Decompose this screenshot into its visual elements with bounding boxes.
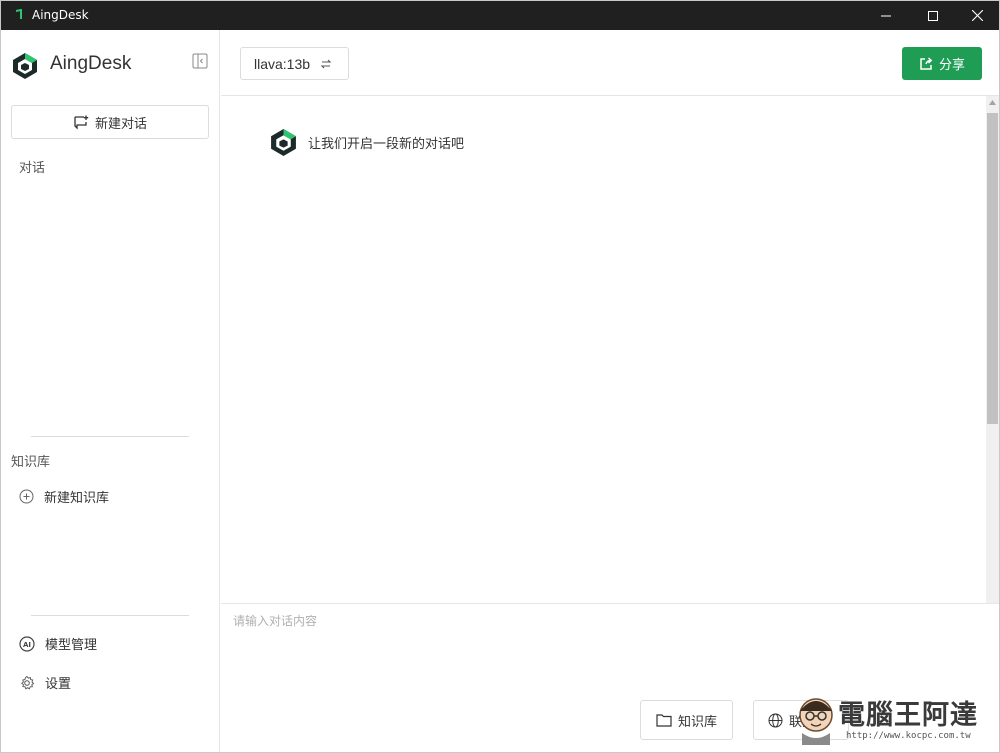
chat-header: llava:13b 分享: [221, 30, 999, 96]
window-title: AingDesk: [32, 8, 89, 22]
share-icon: [920, 56, 933, 70]
knowledge-heading: 知识库: [11, 455, 51, 470]
settings-label: 设置: [45, 677, 72, 692]
scroll-thumb[interactable]: [987, 113, 998, 424]
new-knowledge-base-item[interactable]: 新建知识库: [19, 487, 109, 506]
minimize-button[interactable]: [863, 1, 909, 30]
assistant-logo-icon: [271, 129, 296, 156]
new-chat-icon: [74, 115, 89, 130]
chat-scrollbar[interactable]: [986, 96, 999, 603]
scroll-up-icon[interactable]: [989, 100, 996, 105]
maximize-icon: [928, 10, 938, 21]
model-management-item[interactable]: AI 模型管理: [19, 634, 97, 653]
minimize-icon: [881, 15, 891, 16]
close-icon: [971, 10, 983, 21]
close-button[interactable]: [954, 1, 1000, 30]
app-icon: [15, 9, 22, 19]
svg-text:AI: AI: [23, 641, 31, 649]
globe-icon: [768, 713, 783, 727]
share-button[interactable]: 分享: [902, 47, 982, 80]
model-name: llava:13b: [254, 55, 311, 72]
knowledge-base-button[interactable]: 知识库: [640, 700, 733, 740]
conversations-heading: 对话: [19, 161, 46, 176]
app-window: AingDesk AingDesk 新建对话 对话 知识库 新建知识库 AI 模…: [0, 0, 1000, 753]
watermark-url: http://www.kocpc.com.tw: [846, 731, 971, 741]
ai-icon: AI: [19, 635, 35, 652]
plus-circle-icon: [19, 489, 34, 504]
message-input[interactable]: [233, 612, 973, 682]
divider: [31, 436, 189, 437]
sidebar: AingDesk 新建对话 对话 知识库 新建知识库 AI 模型管理 设置: [1, 30, 220, 752]
watermark: 電腦王阿達 http://www.kocpc.com.tw: [794, 689, 994, 747]
welcome-message: 让我们开启一段新的对话吧: [269, 128, 464, 157]
mascot-icon: [799, 698, 833, 745]
divider: [31, 615, 189, 616]
watermark-text: 電腦王阿達: [838, 700, 978, 731]
brand-logo-icon: [13, 53, 37, 79]
gear-icon: [21, 675, 35, 689]
brand-name: AingDesk: [50, 53, 132, 74]
welcome-text: 让我们开启一段新的对话吧: [308, 137, 465, 152]
title-bar: AingDesk: [1, 1, 999, 30]
chat-messages: 让我们开启一段新的对话吧: [221, 96, 986, 603]
main-panel: llava:13b 分享 让我们开启一段新的对话吧 请输入对话内容 知识库: [221, 30, 999, 752]
model-selector[interactable]: llava:13b: [240, 47, 349, 80]
new-chat-button[interactable]: 新建对话: [11, 105, 209, 139]
sidebar-collapse-icon[interactable]: [192, 53, 208, 69]
new-knowledge-label: 新建知识库: [44, 491, 110, 506]
settings-item[interactable]: 设置: [19, 673, 71, 692]
share-label: 分享: [938, 58, 965, 73]
maximize-button[interactable]: [910, 1, 956, 30]
model-manage-label: 模型管理: [45, 638, 98, 653]
knowledge-button-label: 知识库: [677, 714, 717, 730]
folder-icon: [656, 714, 672, 727]
swap-icon: [320, 59, 332, 68]
new-chat-label: 新建对话: [94, 116, 147, 132]
